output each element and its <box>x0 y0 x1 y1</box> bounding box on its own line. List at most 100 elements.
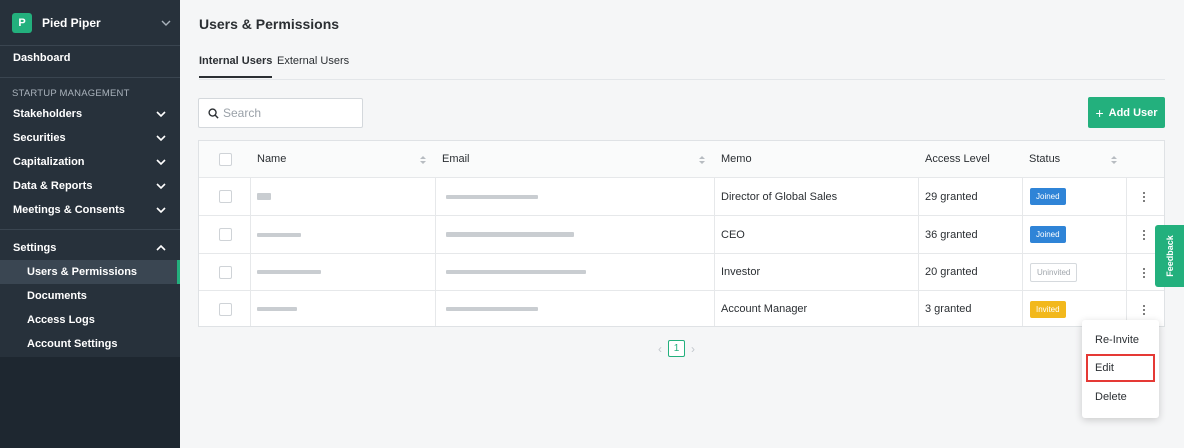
chevron-down-icon <box>155 132 167 144</box>
org-avatar: P <box>12 13 32 33</box>
sort-icon <box>420 156 426 164</box>
chevron-down-icon <box>160 17 172 29</box>
name-cell-redacted <box>257 178 271 215</box>
sidebar-subitem-label: Access Logs <box>27 314 95 326</box>
users-table: Name Email Memo Access Level Status Dire… <box>198 140 1165 327</box>
status-cell: Joined <box>1030 178 1066 215</box>
add-user-button[interactable]: + Add User <box>1088 97 1165 128</box>
sidebar-item-label: Securities <box>13 132 66 144</box>
sidebar-subitem-account-settings[interactable]: Account Settings <box>0 332 180 356</box>
select-all-checkbox[interactable] <box>219 152 232 166</box>
redacted-text <box>257 270 321 274</box>
email-cell-redacted <box>446 254 586 290</box>
name-cell-redacted <box>257 254 321 290</box>
sidebar-item-label: Meetings & Consents <box>13 204 125 216</box>
status-cell: Joined <box>1030 216 1066 253</box>
search-box[interactable] <box>198 98 363 128</box>
feedback-label: Feedback <box>1164 235 1175 277</box>
more-vertical-icon[interactable] <box>1139 303 1149 317</box>
pagination: ‹ 1 › <box>658 340 695 357</box>
org-switcher[interactable]: P Pied Piper <box>12 10 172 36</box>
sidebar-item-dashboard[interactable]: Dashboard <box>0 46 180 70</box>
sidebar-subitem-access-logs[interactable]: Access Logs <box>0 308 180 332</box>
status-cell: Invited <box>1030 291 1066 327</box>
tab-internal-users[interactable]: Internal Users <box>199 55 273 78</box>
email-cell-redacted <box>446 178 538 215</box>
row-checkbox[interactable] <box>219 190 232 203</box>
memo-cell: Director of Global Sales <box>721 190 838 203</box>
row-checkbox[interactable] <box>219 228 232 241</box>
header-memo: Memo <box>721 141 752 177</box>
page-number[interactable]: 1 <box>668 340 685 357</box>
redacted-text <box>257 193 271 200</box>
sidebar-item-data-reports[interactable]: Data & Reports <box>0 174 180 198</box>
access-level-cell: 36 granted <box>925 228 978 241</box>
header-label: Access Level <box>925 153 990 165</box>
header-name[interactable]: Name <box>257 141 435 177</box>
sort-icon <box>699 156 705 164</box>
memo-cell: Account Manager <box>721 303 808 315</box>
more-vertical-icon[interactable] <box>1139 190 1149 204</box>
access-level-cell: 3 granted <box>925 303 972 315</box>
sidebar-subitem-documents[interactable]: Documents <box>0 284 180 308</box>
row-checkbox[interactable] <box>219 265 232 279</box>
divider <box>0 229 180 230</box>
sidebar-item-meetings-consents[interactable]: Meetings & Consents <box>0 198 180 222</box>
main-content: Users & Permissions Internal Users Exter… <box>180 0 1184 448</box>
redacted-text <box>257 232 301 237</box>
sidebar-item-label: Dashboard <box>13 52 71 64</box>
name-cell-redacted <box>257 291 297 327</box>
sidebar-item-label: Stakeholders <box>13 108 83 120</box>
more-vertical-icon[interactable] <box>1139 228 1149 242</box>
chevron-down-icon <box>155 204 167 216</box>
status-badge: Invited <box>1030 300 1066 318</box>
redacted-text <box>446 307 538 311</box>
plus-icon: + <box>1095 104 1104 121</box>
chevron-left-icon[interactable]: ‹ <box>658 342 662 356</box>
header-email[interactable]: Email <box>442 141 714 177</box>
table-row[interactable]: Investor 20 granted Uninvited <box>199 254 1164 291</box>
tab-external-users[interactable]: External Users <box>277 55 349 76</box>
menu-item-edit[interactable]: Edit <box>1086 354 1155 382</box>
menu-item-delete[interactable]: Delete <box>1086 383 1155 411</box>
org-name: Pied Piper <box>42 16 101 30</box>
name-cell-redacted <box>257 216 301 253</box>
row-checkbox-cell <box>219 254 232 290</box>
sidebar-subitem-users-permissions[interactable]: Users & Permissions <box>0 260 180 284</box>
sidebar-subitem-label: Documents <box>27 290 87 302</box>
table-row[interactable]: Director of Global Sales 29 granted Join… <box>199 178 1164 216</box>
header-label: Name <box>257 153 287 165</box>
chevron-up-icon <box>155 242 167 254</box>
feedback-tab[interactable]: Feedback <box>1155 225 1184 287</box>
menu-item-reinvite[interactable]: Re-Invite <box>1086 326 1155 354</box>
chevron-down-icon <box>155 180 167 192</box>
email-cell-redacted <box>446 291 538 327</box>
header-label: Memo <box>721 153 752 165</box>
search-input[interactable] <box>223 106 353 120</box>
chevron-right-icon[interactable]: › <box>691 342 695 356</box>
more-vertical-icon[interactable] <box>1139 266 1149 280</box>
add-user-label: Add User <box>1108 106 1158 119</box>
redacted-text <box>446 270 586 274</box>
email-cell-redacted <box>446 216 574 253</box>
table-row[interactable]: CEO 36 granted Joined <box>199 216 1164 254</box>
sidebar-footer <box>0 357 180 448</box>
sidebar-item-stakeholders[interactable]: Stakeholders <box>0 102 180 126</box>
sidebar-item-securities[interactable]: Securities <box>0 126 180 150</box>
chevron-down-icon <box>155 156 167 168</box>
sidebar-item-capitalization[interactable]: Capitalization <box>0 150 180 174</box>
header-checkbox-cell <box>219 141 232 177</box>
sidebar-item-settings[interactable]: Settings <box>0 236 180 260</box>
redacted-text <box>446 232 574 237</box>
memo-cell: Investor <box>721 266 761 278</box>
table-row[interactable]: Account Manager 3 granted Invited <box>199 291 1164 327</box>
status-badge: Uninvited <box>1030 262 1078 282</box>
redacted-text <box>257 307 297 311</box>
sidebar: P Pied Piper Dashboard STARTUP MANAGEMEN… <box>0 0 180 448</box>
header-label: Email <box>442 153 470 165</box>
row-checkbox[interactable] <box>219 302 232 316</box>
header-status[interactable]: Status <box>1029 141 1126 177</box>
page-title: Users & Permissions <box>199 16 340 32</box>
row-checkbox-cell <box>219 291 232 327</box>
header-label: Status <box>1029 153 1061 165</box>
